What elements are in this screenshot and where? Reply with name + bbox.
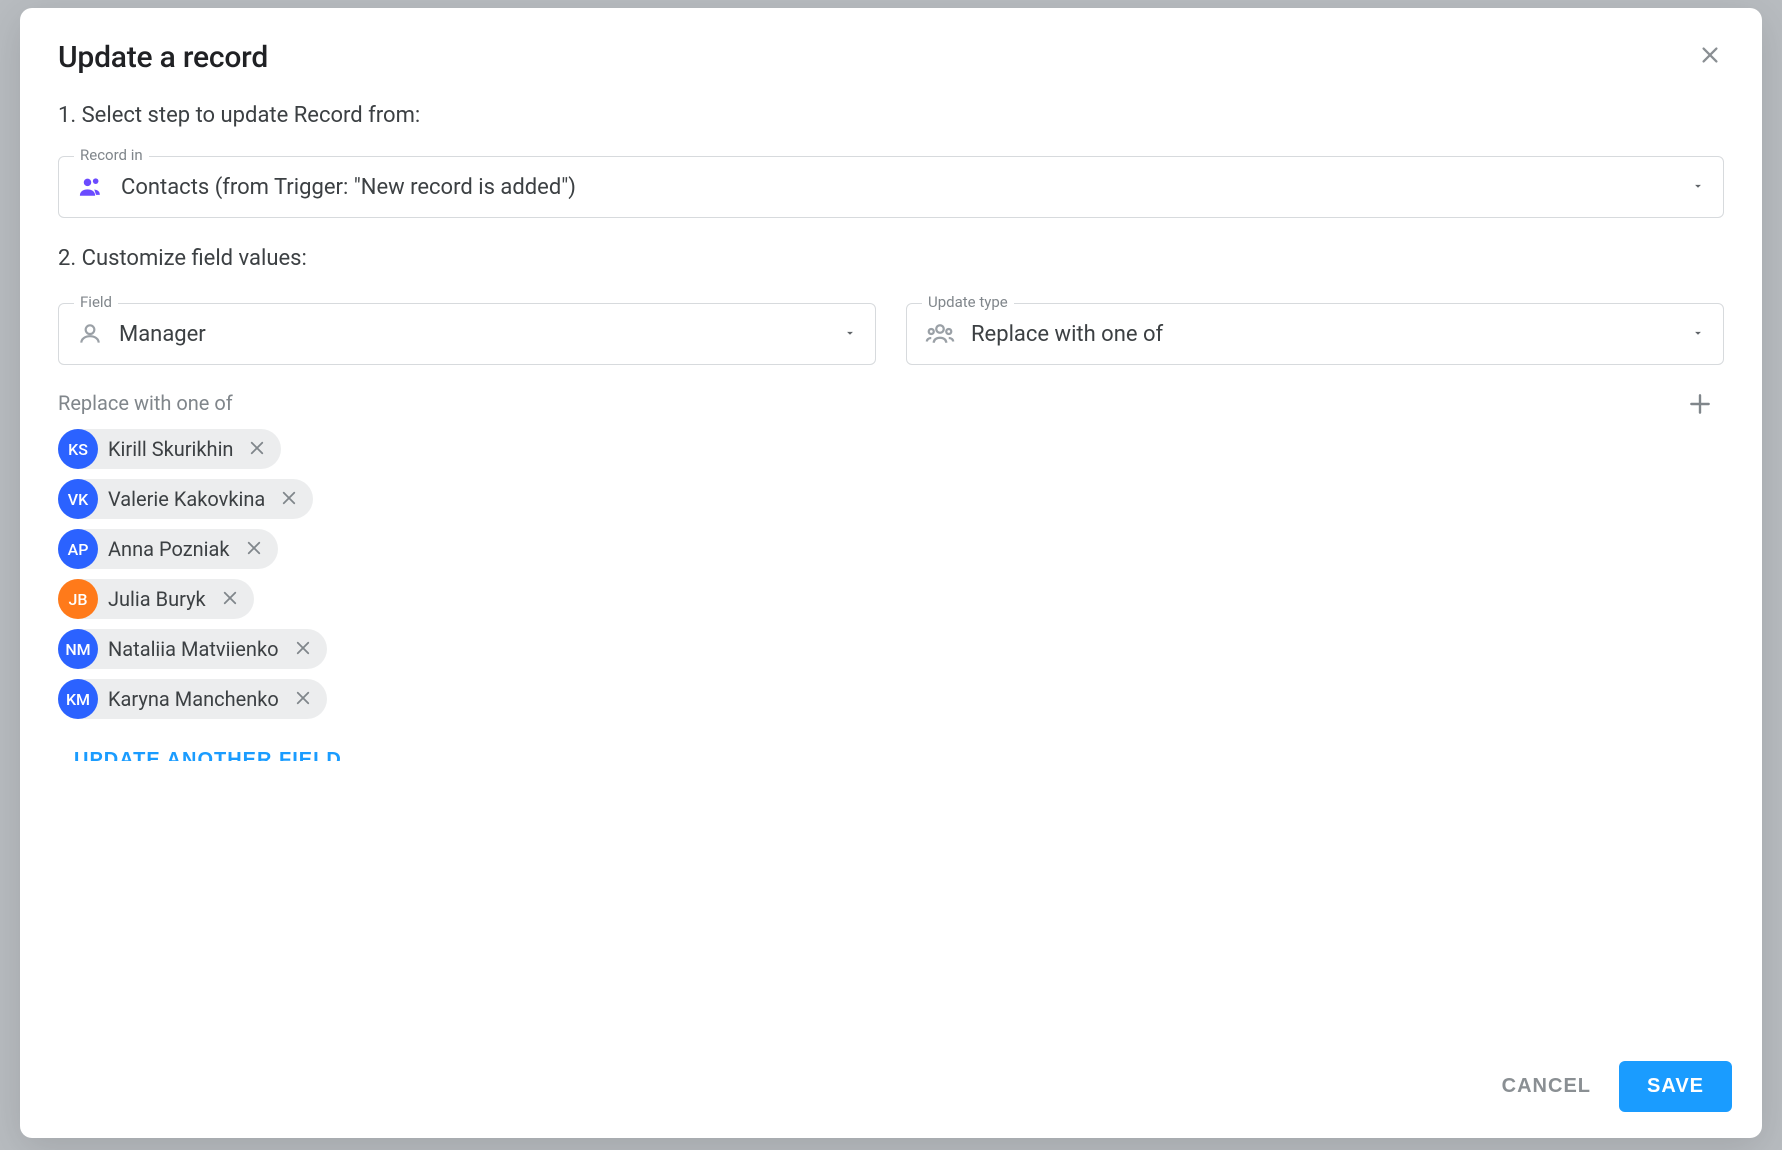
close-icon <box>294 689 312 710</box>
field-value: Manager <box>119 322 827 347</box>
avatar: AP <box>58 529 98 569</box>
avatar: KM <box>58 679 98 719</box>
person-name: Nataliia Matviienko <box>108 637 279 661</box>
record-in-select[interactable]: Contacts (from Trigger: "New record is a… <box>58 156 1724 218</box>
remove-person-button[interactable] <box>240 535 268 563</box>
person-name: Anna Pozniak <box>108 537 230 561</box>
record-in-legend: Record in <box>74 146 149 164</box>
save-button[interactable]: SAVE <box>1619 1061 1732 1112</box>
record-in-field: Record in Contacts (from Trigger: "New r… <box>58 156 1724 218</box>
person-chip: KM Karyna Manchenko <box>58 679 327 719</box>
chevron-down-icon <box>1691 178 1705 197</box>
close-button[interactable] <box>1688 34 1732 78</box>
update-type-select[interactable]: Replace with one of <box>906 303 1724 365</box>
avatar: JB <box>58 579 98 619</box>
remove-person-button[interactable] <box>289 635 317 663</box>
close-icon <box>294 639 312 660</box>
avatar: VK <box>58 479 98 519</box>
update-record-modal: Update a record 1. Select step to update… <box>20 8 1762 1138</box>
remove-person-button[interactable] <box>275 485 303 513</box>
close-icon <box>1699 44 1721 69</box>
modal-footer: CANCEL SAVE <box>20 1041 1762 1138</box>
close-icon <box>248 439 266 460</box>
update-type-value: Replace with one of <box>971 322 1675 347</box>
add-person-button[interactable] <box>1682 387 1718 423</box>
field-select-wrap: Field Manager <box>58 303 876 365</box>
person-chip: AP Anna Pozniak <box>58 529 278 569</box>
remove-person-button[interactable] <box>243 435 271 463</box>
update-type-legend: Update type <box>922 293 1014 311</box>
person-chip: JB Julia Buryk <box>58 579 254 619</box>
person-name: Kirill Skurikhin <box>108 437 233 461</box>
remove-person-button[interactable] <box>289 685 317 713</box>
person-name: Valerie Kakovkina <box>108 487 265 511</box>
field-legend: Field <box>74 293 118 311</box>
person-chip: NM Nataliia Matviienko <box>58 629 327 669</box>
cancel-button[interactable]: CANCEL <box>1502 1075 1591 1098</box>
chevron-down-icon <box>843 325 857 344</box>
remove-person-button[interactable] <box>216 585 244 613</box>
person-name: Julia Buryk <box>108 587 206 611</box>
people-icon <box>77 173 105 201</box>
step2-heading: 2. Customize field values: <box>58 246 1724 271</box>
person-chip: VK Valerie Kakovkina <box>58 479 313 519</box>
chevron-down-icon <box>1691 325 1705 344</box>
update-another-field-button[interactable]: UPDATE ANOTHER FIELD <box>58 749 342 761</box>
group-icon <box>925 319 955 349</box>
avatar: KS <box>58 429 98 469</box>
close-icon <box>280 489 298 510</box>
field-select[interactable]: Manager <box>58 303 876 365</box>
update-type-wrap: Update type Replace with one of <box>906 303 1724 365</box>
close-icon <box>221 589 239 610</box>
person-name: Karyna Manchenko <box>108 687 279 711</box>
avatar: NM <box>58 629 98 669</box>
record-in-value: Contacts (from Trigger: "New record is a… <box>121 175 1675 200</box>
plus-icon <box>1687 391 1713 420</box>
replace-label: Replace with one of <box>58 391 1724 415</box>
step1-heading: 1. Select step to update Record from: <box>58 103 1724 128</box>
person-chips: KSKirill SkurikhinVKValerie KakovkinaAPA… <box>58 429 1724 719</box>
person-chip: KS Kirill Skurikhin <box>58 429 281 469</box>
close-icon <box>245 539 263 560</box>
modal-title: Update a record <box>58 40 1724 75</box>
person-icon <box>77 321 103 347</box>
replace-section: Replace with one of KS Kirill Skurikhin VK… <box>58 391 1724 719</box>
